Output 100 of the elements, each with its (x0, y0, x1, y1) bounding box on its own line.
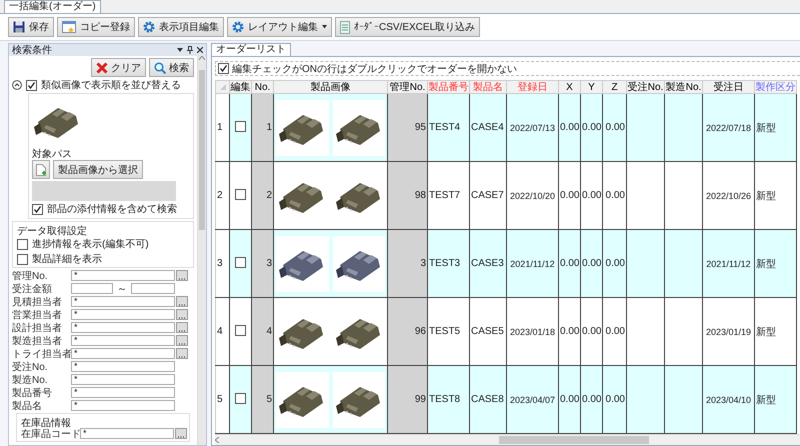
table-cell: CASE3 (470, 230, 506, 298)
table-cell: 2023/01/18 (506, 298, 558, 366)
window-tab[interactable]: 一括編集(オーダー) (4, 0, 101, 13)
table-cell: 0.00 (580, 162, 602, 230)
table-cell: 0.00 (558, 230, 580, 298)
checkbox[interactable] (235, 120, 246, 132)
toolbar-button[interactable]: レイアウト編集 (227, 17, 332, 37)
checkbox[interactable] (26, 80, 37, 90)
input-field[interactable] (71, 283, 113, 294)
field-label: 受注No. (12, 360, 49, 374)
lookup-button[interactable] (176, 322, 188, 333)
checkbox-label: 類似画像で表示順を並び替える (41, 78, 181, 92)
search-button[interactable]: 検索 (149, 58, 194, 77)
table-cell: 98 (388, 162, 428, 230)
column-header[interactable]: Y (580, 80, 602, 94)
column-header[interactable]: 製造No. (664, 80, 702, 94)
table-cell: TEST8 (428, 366, 470, 434)
toolbar-button[interactable]: ｵｰﾀﾞｰCSV/EXCEL取り込み (335, 17, 480, 37)
table-cell: TEST5 (428, 298, 470, 366)
pin-icon[interactable] (187, 46, 193, 54)
input-field[interactable]: * (71, 309, 175, 320)
input-field[interactable]: * (71, 270, 175, 281)
vertical-scrollbar[interactable] (197, 56, 206, 445)
check-icon (27, 80, 36, 90)
table-cell: 0.00 (602, 230, 626, 298)
close-icon[interactable] (197, 47, 203, 53)
table-cell: 新型 (754, 366, 796, 434)
lookup-button[interactable] (175, 428, 187, 439)
checkbox[interactable] (235, 392, 246, 404)
lookup-button[interactable] (176, 335, 188, 346)
checkbox-label: 進捗情報を表示(編集不可) (32, 238, 149, 251)
table-cell: 新型 (754, 230, 796, 298)
column-header[interactable]: 管理No. (388, 80, 428, 94)
caret-icon[interactable] (177, 48, 183, 52)
table-cell: 5 (252, 366, 274, 434)
table-cell: 3 (388, 230, 428, 298)
clear-button[interactable]: クリア (91, 58, 146, 77)
input-field[interactable]: * (71, 296, 175, 307)
column-header[interactable]: 編集 (230, 80, 252, 94)
input-field[interactable]: * (71, 374, 175, 385)
table-cell: 新型 (754, 162, 796, 230)
input-field[interactable] (131, 283, 175, 294)
column-header[interactable]: 受注No. (626, 80, 664, 94)
table-cell: 0.00 (580, 366, 602, 434)
column-header[interactable]: 受注日 (702, 80, 754, 94)
checkbox[interactable] (32, 204, 43, 214)
add-file-button[interactable] (32, 160, 50, 179)
input-field[interactable]: * (71, 335, 175, 346)
toolbar-button[interactable]: 表示項目編集 (138, 17, 224, 37)
row-header[interactable]: 1 (216, 94, 230, 162)
toolbar-button[interactable]: 保存 (8, 17, 54, 37)
horizontal-scrollbar[interactable] (215, 434, 800, 445)
checkbox[interactable] (235, 324, 246, 336)
panel-title: 検索条件 (12, 44, 53, 57)
option-label: 編集チェックがONの行はダブルクリックでオーダーを開かない (232, 62, 517, 76)
field-label: 製品名 (12, 400, 43, 412)
group-title: 在庫品情報 (21, 416, 72, 427)
table-cell: 2022/10/26 (702, 162, 754, 230)
checkbox[interactable] (218, 63, 229, 74)
column-header[interactable]: 製作区分 (754, 80, 796, 94)
checkbox[interactable] (235, 256, 246, 268)
input-field[interactable]: * (71, 361, 175, 372)
table-cell: 0.00 (602, 94, 626, 162)
input-field[interactable]: * (71, 387, 175, 398)
column-header[interactable]: Z (602, 80, 626, 94)
input-field[interactable]: * (71, 322, 175, 333)
collapse-icon[interactable] (12, 80, 22, 90)
row-header[interactable]: 5 (216, 366, 230, 434)
table-cell: 2022/07/13 (506, 94, 558, 162)
input-field[interactable]: * (71, 348, 175, 359)
checkbox[interactable] (17, 238, 28, 250)
lookup-button[interactable] (176, 296, 188, 307)
field-label: トライ担当者 (12, 348, 70, 360)
table-cell: 2023/04/07 (506, 366, 558, 434)
input-field[interactable]: * (71, 400, 175, 411)
field-label: 対象パス (32, 148, 73, 158)
column-header[interactable]: No. (252, 80, 274, 94)
checkbox[interactable] (235, 188, 246, 200)
select-image-button[interactable]: 製品画像から選択 (53, 160, 143, 179)
checkbox[interactable] (17, 254, 28, 264)
row-header[interactable]: 3 (216, 230, 230, 298)
column-header[interactable]: X (558, 80, 580, 94)
table-cell: 2 (252, 162, 274, 230)
caret-icon (322, 25, 327, 29)
toolbar-button[interactable]: コピー登録 (57, 17, 135, 37)
field-label: 受注金額 (12, 282, 53, 296)
lookup-button[interactable] (176, 309, 188, 320)
input-field[interactable]: * (80, 428, 174, 439)
table-cell: 4 (252, 298, 274, 366)
column-header[interactable]: 製品画像 (274, 80, 388, 94)
lookup-button[interactable] (176, 348, 188, 359)
check-icon (219, 64, 228, 73)
row-header[interactable]: 4 (216, 298, 230, 366)
row-header[interactable]: 2 (216, 162, 230, 230)
table-cell: 0.00 (558, 94, 580, 162)
table-cell: 新型 (754, 298, 796, 366)
table-cell: 2022/07/18 (702, 94, 754, 162)
table-cell: 3 (252, 230, 274, 298)
list-tab[interactable]: オーダーリスト (211, 43, 291, 56)
lookup-button[interactable] (176, 270, 188, 281)
